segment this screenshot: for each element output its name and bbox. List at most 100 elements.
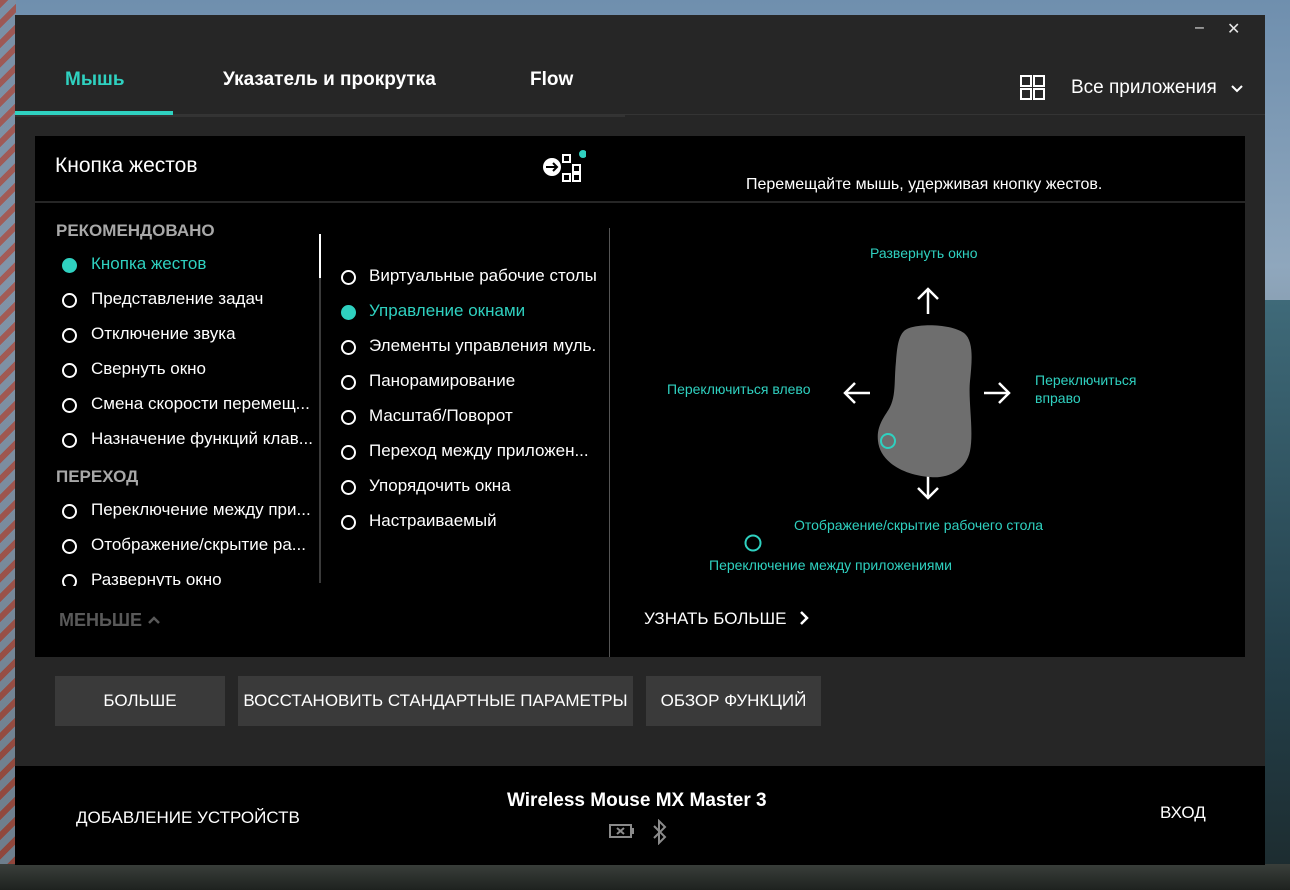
option-label: Смена скорости перемещ... <box>91 394 310 413</box>
chevron-right-icon <box>800 611 809 625</box>
radio-icon <box>62 328 77 343</box>
login-button[interactable]: ВХОД <box>1160 803 1206 823</box>
option-app-navigation[interactable]: Переход между приложен... <box>320 439 610 474</box>
radio-icon <box>341 410 356 425</box>
desktop-background-right <box>1264 300 1290 890</box>
option-label: Развернуть окно <box>91 570 222 586</box>
desktop-background-left <box>0 0 16 890</box>
option-label: Назначение функций клав... <box>91 429 313 448</box>
option-label: Отключение звука <box>91 324 236 343</box>
application-selector-label: Все приложения <box>1071 77 1217 98</box>
gesture-button-panel: Кнопка жестов Перемещайте мышь, удержива… <box>35 136 1245 657</box>
radio-icon <box>62 539 77 554</box>
learn-more-link[interactable]: УЗНАТЬ БОЛЬШЕ <box>644 609 811 629</box>
option-virtual-desktops[interactable]: Виртуальные рабочие столы <box>320 264 610 299</box>
option-window-management[interactable]: Управление окнами <box>320 299 610 334</box>
option-label: Переход между приложен... <box>369 441 589 460</box>
chevron-down-icon <box>1231 85 1243 93</box>
option-label: Управление окнами <box>369 301 526 320</box>
arrow-right-icon <box>984 382 1011 404</box>
radio-icon <box>341 445 356 460</box>
option-pan[interactable]: Панорамирование <box>320 369 610 404</box>
option-media-controls[interactable]: Элементы управления муль... <box>320 334 610 369</box>
option-label: Кнопка жестов <box>91 254 207 273</box>
radio-icon <box>62 293 77 308</box>
footer-bar: ДОБАВЛЕНИЕ УСТРОЙСТВ Wireless Mouse MX M… <box>15 766 1265 865</box>
tab-flow[interactable]: Flow <box>530 69 573 91</box>
application-selector[interactable]: Все приложения <box>1020 75 1255 105</box>
option-label: Отображение/скрытие ра... <box>91 535 306 554</box>
gesture-right-label-line1: Переключиться <box>1035 372 1137 388</box>
learn-more-label: УЗНАТЬ БОЛЬШЕ <box>644 609 787 628</box>
arrow-up-icon <box>917 287 939 314</box>
tab-divider <box>15 114 1265 115</box>
option-label: Масштаб/Поворот <box>369 406 513 425</box>
option-label: Виртуальные рабочие столы <box>369 266 597 285</box>
radio-icon <box>341 480 356 495</box>
battery-icon <box>609 824 634 838</box>
gesture-left-label: Переключиться влево <box>667 381 811 397</box>
bluetooth-icon <box>653 819 667 845</box>
option-custom[interactable]: Настраиваемый <box>320 509 610 544</box>
radio-icon <box>341 340 356 355</box>
tab-mouse[interactable]: Мышь <box>65 69 125 91</box>
option-pointer-speed[interactable]: Смена скорости перемещ... <box>35 392 320 427</box>
title-bar: – ✕ <box>15 15 1265 49</box>
add-devices-button[interactable]: ДОБАВЛЕНИЕ УСТРОЙСТВ <box>76 808 300 828</box>
mouse-top-view-icon <box>877 325 972 478</box>
radio-icon <box>341 515 356 530</box>
option-label: Представление задач <box>91 289 264 308</box>
option-label: Панорамирование <box>369 371 516 390</box>
option-mute[interactable]: Отключение звука <box>35 322 320 357</box>
restore-defaults-button[interactable]: ВОССТАНОВИТЬ СТАНДАРТНЫЕ ПАРАМЕТРЫ <box>238 676 633 726</box>
gesture-down-label: Отображение/скрытие рабочего стола <box>794 517 1044 533</box>
option-show-desktop[interactable]: Отображение/скрытие ра... <box>35 533 320 568</box>
device-name[interactable]: Wireless Mouse MX Master 3 <box>507 790 767 812</box>
gesture-hint: Перемещайте мышь, удерживая кнопку жесто… <box>746 176 1103 193</box>
close-button[interactable]: ✕ <box>1227 19 1240 39</box>
radio-icon <box>62 504 77 519</box>
chevron-up-icon <box>148 616 160 624</box>
features-overview-button[interactable]: ОБЗОР ФУНКЦИЙ <box>646 676 821 726</box>
tab-pointer-scroll[interactable]: Указатель и прокрутка <box>223 69 436 91</box>
tab-bar: Мышь Указатель и прокрутка Flow <box>15 63 625 117</box>
gesture-click-label: Переключение между приложениями <box>709 557 952 573</box>
action-list-left: РЕКОМЕНДОВАНО Кнопка жестов Представлени… <box>35 216 320 586</box>
gesture-up-label: Развернуть окно <box>870 245 978 261</box>
active-tab-indicator <box>15 111 173 115</box>
option-key-assignment[interactable]: Назначение функций клав... <box>35 427 320 462</box>
minimize-button[interactable]: – <box>1195 19 1204 37</box>
option-maximize-window[interactable]: Развернуть окно <box>35 568 320 586</box>
option-minimize-window[interactable]: Свернуть окно <box>35 357 320 392</box>
option-zoom-rotate[interactable]: Масштаб/Поворот <box>320 404 610 439</box>
option-label: Свернуть окно <box>91 359 207 378</box>
gesture-diagram: Развернуть окно Переключиться влево Пере… <box>610 203 1245 657</box>
arrow-left-icon <box>843 382 870 404</box>
radio-selected-icon <box>62 258 77 273</box>
show-less-label: МЕНЬШЕ <box>59 610 143 630</box>
option-gesture-button[interactable]: Кнопка жестов <box>35 252 320 287</box>
radio-icon <box>62 363 77 378</box>
action-list-middle: Виртуальные рабочие столы Управление окн… <box>320 264 610 544</box>
grid-icon <box>1020 75 1046 101</box>
option-task-view[interactable]: Представление задач <box>35 287 320 322</box>
option-label: Элементы управления муль... <box>369 336 597 355</box>
click-indicator-icon <box>744 534 762 552</box>
radio-icon <box>62 433 77 448</box>
gesture-right-label-line2: вправо <box>1035 390 1081 406</box>
option-label: Упорядочить окна <box>369 476 511 495</box>
option-label: Переключение между при... <box>91 500 311 519</box>
radio-icon <box>62 574 77 586</box>
more-button[interactable]: БОЛЬШЕ <box>55 676 225 726</box>
option-switch-apps[interactable]: Переключение между при... <box>35 498 320 533</box>
radio-selected-icon <box>341 305 356 320</box>
option-label: Настраиваемый <box>369 511 497 530</box>
panel-title: Кнопка жестов <box>55 154 198 177</box>
desktop-background-bottom <box>0 864 1290 890</box>
radio-icon <box>341 270 356 285</box>
show-less-button[interactable]: МЕНЬШЕ <box>59 610 161 631</box>
option-arrange-windows[interactable]: Упорядочить окна <box>320 474 610 509</box>
radio-icon <box>62 398 77 413</box>
section-transition: ПЕРЕХОД <box>56 467 139 486</box>
logi-options-window: – ✕ Мышь Указатель и прокрутка Flow Все … <box>15 15 1265 865</box>
